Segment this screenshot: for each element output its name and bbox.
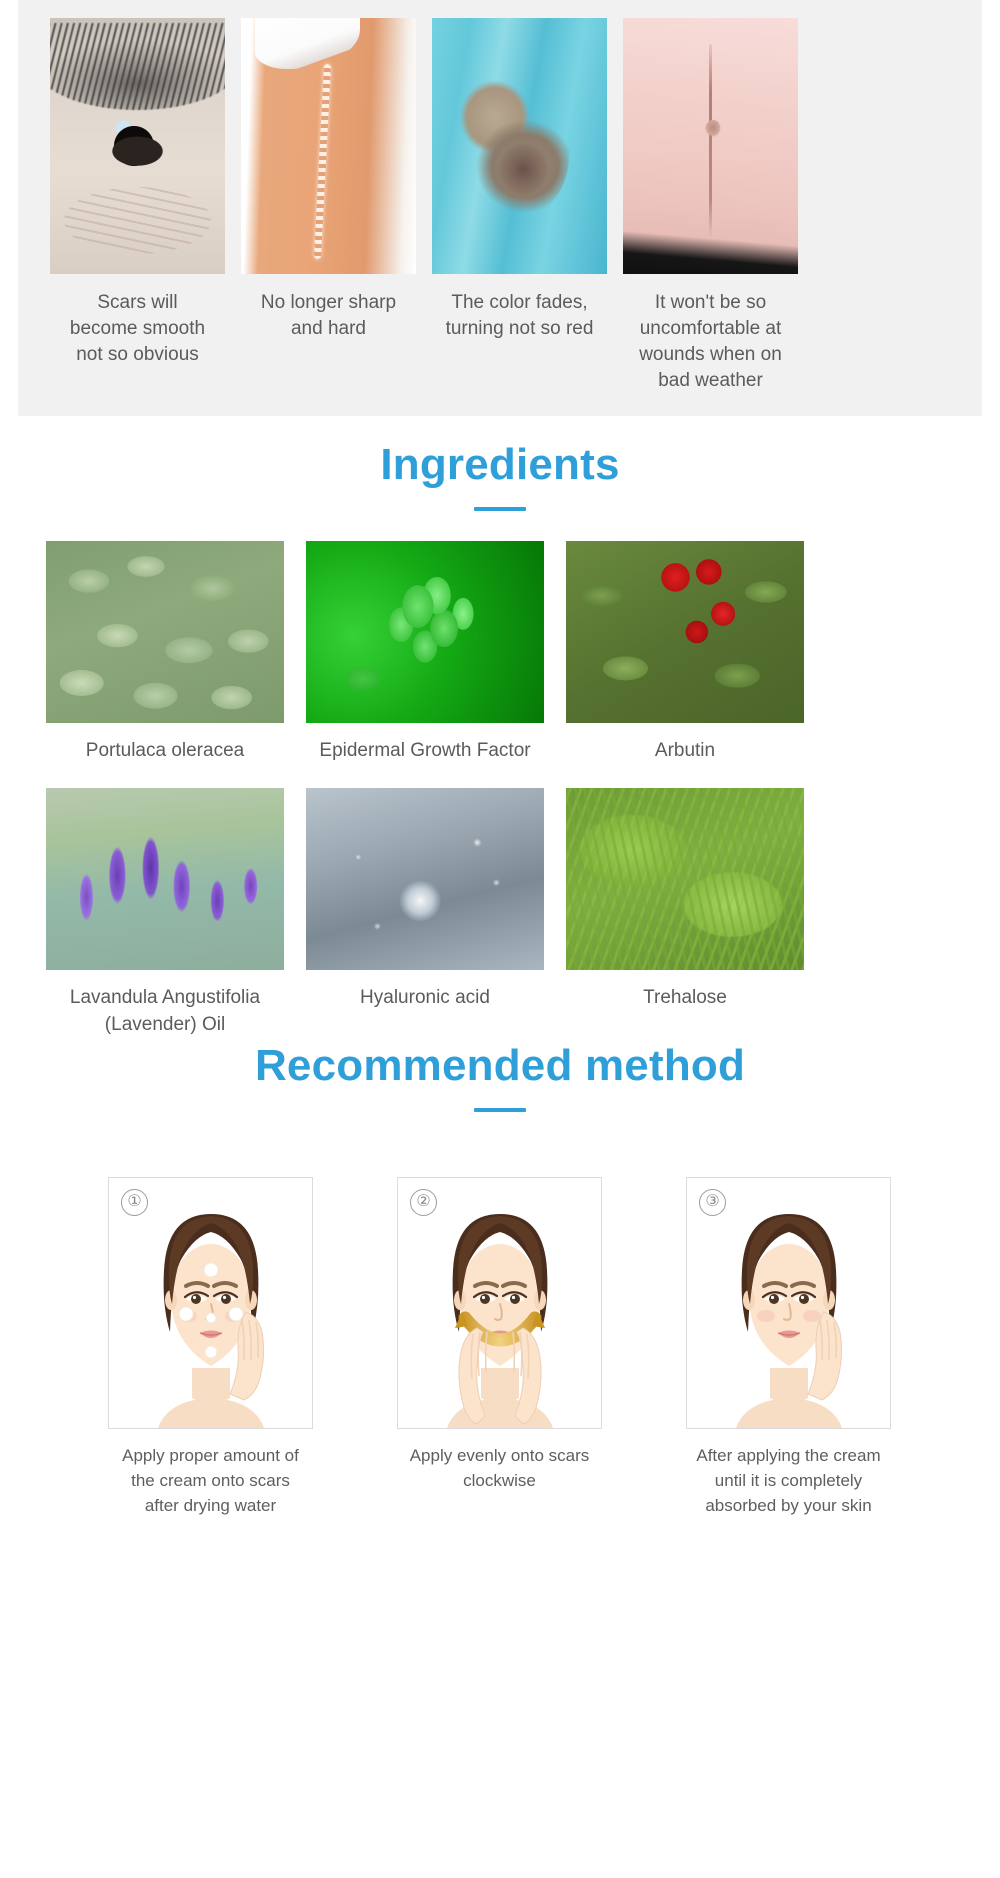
ingredient-label: Portulaca oleracea <box>85 740 245 761</box>
benefit-item: Scars will become smooth not so obvious <box>50 18 225 394</box>
benefit-item: No longer sharp and hard <box>241 18 416 394</box>
lavender-photo <box>46 788 284 970</box>
ingredient-item: Lavandula Angustifolia (Lavender) Oil <box>46 788 284 1038</box>
face-dots-illustration: ① <box>108 1177 313 1429</box>
ingredient-item: Trehalose <box>566 788 804 1038</box>
bearberry-photo <box>566 541 804 723</box>
step-number-badge: ③ <box>699 1189 726 1216</box>
ingredients-row: Lavandula Angustifolia (Lavender) Oil Hy… <box>46 788 954 1038</box>
ingredients-section: Portulaca oleracea Epidermal Growth Fact… <box>46 541 954 1038</box>
face-drawing <box>446 1214 553 1428</box>
foot-scar-photo <box>432 18 607 274</box>
benefit-caption: The color fades, turning not so red <box>445 292 594 339</box>
method-step: ② Apply evenly onto scars clockwise <box>367 1177 632 1518</box>
ingredients-title-underline <box>474 507 526 511</box>
face-done-illustration: ③ <box>686 1177 891 1429</box>
method-step: ① Apply proper amount of the cream onto … <box>78 1177 343 1518</box>
step-number-badge: ① <box>121 1189 148 1216</box>
face-drawing <box>157 1214 264 1428</box>
ingredient-item: Arbutin <box>566 541 804 764</box>
arm-scar-photo <box>241 18 416 274</box>
benefit-item: It won't be so uncomfortable at wounds w… <box>623 18 798 394</box>
egf-cells-photo <box>306 541 544 723</box>
method-step-caption: Apply evenly onto scars clockwise <box>409 1446 590 1490</box>
ingredient-item: Epidermal Growth Factor <box>306 541 544 764</box>
method-step-caption: After applying the cream until it is com… <box>696 1446 881 1515</box>
eye-scar-photo <box>50 18 225 274</box>
benefit-item: The color fades, turning not so red <box>432 18 607 394</box>
ingredient-item: Hyaluronic acid <box>306 788 544 1038</box>
benefits-row: Scars will become smooth not so obvious … <box>50 18 950 394</box>
ingredients-title: Ingredients <box>380 440 620 489</box>
abdomen-scar-photo <box>623 18 798 274</box>
water-droplet-photo <box>306 788 544 970</box>
method-title-underline <box>474 1108 526 1112</box>
ingredients-row: Portulaca oleracea Epidermal Growth Fact… <box>46 541 954 764</box>
ingredient-label: Arbutin <box>654 740 716 761</box>
method-heading-block: Recommended method <box>0 1044 1000 1112</box>
ingredient-label: Epidermal Growth Factor <box>319 740 531 761</box>
ingredient-label: Hyaluronic acid <box>360 987 490 1008</box>
method-section: ① Apply proper amount of the cream onto … <box>78 1177 922 1518</box>
benefit-caption: It won't be so uncomfortable at wounds w… <box>639 292 782 391</box>
face-illustration-stage <box>687 1178 890 1428</box>
benefits-section: Scars will become smooth not so obvious … <box>18 0 982 416</box>
face-illustration-stage <box>109 1178 312 1428</box>
ingredient-item: Portulaca oleracea <box>46 541 284 764</box>
purslane-photo <box>46 541 284 723</box>
ingredients-heading-block: Ingredients <box>0 443 1000 511</box>
fern-photo <box>566 788 804 970</box>
ingredient-label: Trehalose <box>643 987 727 1008</box>
benefit-caption: No longer sharp and hard <box>260 292 397 339</box>
method-step-caption: Apply proper amount of the cream onto sc… <box>122 1446 299 1515</box>
ingredient-label: Lavandula Angustifolia (Lavender) Oil <box>69 987 261 1035</box>
face-illustration-stage <box>398 1178 601 1428</box>
benefit-caption: Scars will become smooth not so obvious <box>69 292 206 365</box>
face-spread-illustration: ② <box>397 1177 602 1429</box>
method-step: ③ After applying the cream until it is c… <box>656 1177 921 1518</box>
face-drawing <box>735 1214 842 1428</box>
method-title: Recommended method <box>254 1041 746 1090</box>
step-number-badge: ② <box>410 1189 437 1216</box>
